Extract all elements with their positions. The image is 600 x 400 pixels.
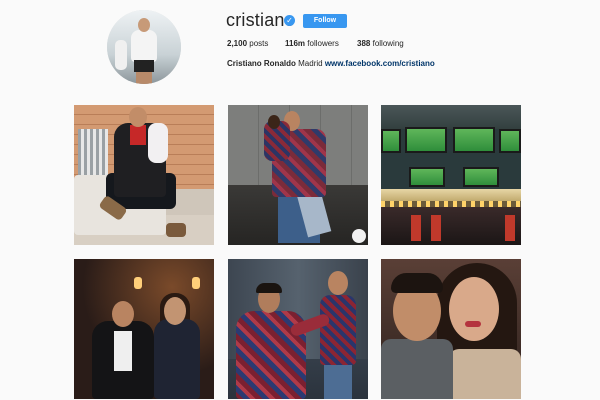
- profile-avatar[interactable]: [107, 10, 181, 84]
- profile-full-name: Cristiano Ronaldo: [227, 59, 296, 68]
- profile-bio: Cristiano Ronaldo Madrid www.facebook.co…: [227, 59, 435, 68]
- following-stat[interactable]: 388 following: [357, 39, 404, 48]
- posts-stat[interactable]: 2,100 posts: [227, 39, 268, 48]
- follow-button[interactable]: Follow: [303, 14, 347, 28]
- verified-badge-icon: ✓: [284, 15, 295, 26]
- posts-count: 2,100: [227, 39, 248, 48]
- posts-label: posts: [249, 39, 269, 48]
- post-thumbnail[interactable]: [228, 259, 368, 399]
- following-count: 388: [357, 39, 371, 48]
- post-thumbnail[interactable]: [74, 259, 214, 399]
- post-thumbnail[interactable]: [381, 259, 521, 399]
- post-thumbnail[interactable]: [228, 105, 368, 245]
- followers-count: 116m: [285, 39, 306, 48]
- profile-location: Madrid: [298, 59, 323, 68]
- post-thumbnail[interactable]: [74, 105, 214, 245]
- profile-website-link[interactable]: www.facebook.com/cristiano: [325, 59, 435, 68]
- followers-label: followers: [307, 39, 339, 48]
- followers-stat[interactable]: 116m followers: [285, 39, 339, 48]
- following-label: following: [372, 39, 404, 48]
- post-thumbnail[interactable]: [381, 105, 521, 245]
